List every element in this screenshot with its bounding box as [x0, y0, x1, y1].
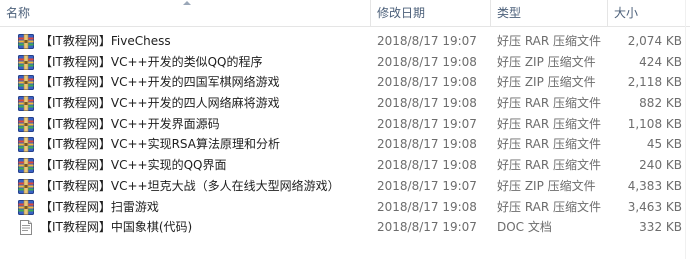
file-name-cell[interactable]: 【IT教程网】VC++坦克大战（多人在线大型网络游戏） — [18, 176, 368, 197]
file-size: 240 KB — [639, 158, 682, 173]
file-size: 2,118 KB — [627, 75, 682, 90]
archive-icon — [18, 75, 34, 91]
file-size: 2,074 KB — [627, 34, 682, 48]
file-name: 【IT教程网】FiveChess — [40, 34, 171, 48]
file-type: 好压 RAR 压缩文件 — [497, 199, 602, 214]
file-name: 【IT教程网】VC++实现的QQ界面 — [40, 158, 227, 173]
column-header-size-label: 大小 — [614, 6, 639, 20]
file-row[interactable]: 【IT教程网】扫雷游戏 2018/8/17 19:08 好压 RAR 压缩文件 3,4… — [0, 197, 690, 218]
archive-icon — [18, 34, 34, 49]
file-modified-date: 2018/8/17 19:08 — [377, 158, 477, 173]
column-header-type-label: 类型 — [497, 6, 522, 20]
file-name-cell[interactable]: 【IT教程网】FiveChess — [18, 31, 368, 52]
file-name: 【IT教程网】VC++开发的四国军棋网络游戏 — [40, 75, 280, 90]
file-row[interactable]: 【IT教程网】VC++实现的QQ界面 2018/8/17 19:08 好压 RAR … — [0, 155, 690, 176]
file-type: 好压 RAR 压缩文件 — [497, 158, 602, 173]
file-name: 【IT教程网】VC++实现RSA算法原理和分析 — [40, 137, 280, 152]
file-modified-date: 2018/8/17 19:08 — [377, 96, 477, 111]
file-row[interactable]: 【IT教程网】VC++坦克大战（多人在线大型网络游戏） 2018/8/17 19:… — [0, 176, 690, 197]
column-header-size[interactable]: 大小 — [608, 0, 686, 26]
file-size: 424 KB — [639, 54, 682, 69]
file-name-cell[interactable]: 【IT教程网】VC++开发的四人网络麻将游戏 — [18, 93, 368, 114]
file-name-cell[interactable]: 【IT教程网】VC++开发的类似QQ的程序 — [18, 52, 368, 73]
file-name-cell[interactable]: 【IT教程网】中国象棋(代码) — [18, 217, 368, 238]
file-name-cell[interactable]: 【IT教程网】VC++开发的四国军棋网络游戏 — [18, 72, 368, 93]
column-header-name-label: 名称 — [6, 6, 31, 20]
file-size: 882 KB — [639, 96, 682, 111]
document-icon — [18, 220, 34, 236]
file-name: 【IT教程网】VC++开发的类似QQ的程序 — [40, 54, 263, 69]
file-type: 好压 ZIP 压缩文件 — [497, 178, 596, 193]
file-size: 45 KB — [646, 137, 682, 152]
file-size: 4,383 KB — [627, 178, 682, 193]
archive-icon — [18, 96, 34, 112]
file-row[interactable]: 【IT教程网】VC++开发的四人网络麻将游戏 2018/8/17 19:08 好压 … — [0, 93, 690, 114]
column-header-date-label: 修改日期 — [377, 6, 426, 20]
file-modified-date: 2018/8/17 19:08 — [377, 199, 477, 214]
column-header-type[interactable]: 类型 — [491, 0, 607, 26]
file-name: 【IT教程网】扫雷游戏 — [40, 199, 159, 214]
file-size: 3,463 KB — [627, 199, 682, 214]
file-name: 【IT教程网】VC++开发界面源码 — [40, 116, 220, 131]
file-modified-date: 2018/8/17 19:07 — [377, 178, 477, 193]
file-name: 【IT教程网】中国象棋(代码) — [40, 220, 193, 235]
file-type: 好压 RAR 压缩文件 — [497, 116, 602, 131]
file-modified-date: 2018/8/17 19:08 — [377, 54, 477, 69]
file-row[interactable]: 【IT教程网】中国象棋(代码) 2018/8/17 19:07 DOC 文档 332 … — [0, 217, 690, 238]
archive-icon — [18, 54, 34, 70]
file-modified-date: 2018/8/17 19:07 — [377, 116, 477, 131]
archive-icon — [18, 199, 34, 215]
file-name-cell[interactable]: 【IT教程网】VC++实现的QQ界面 — [18, 155, 368, 176]
file-explorer-details-view: 名称 修改日期 类型 大小 【IT教程网】FiveChess 2018/8/17 … — [0, 0, 690, 259]
view-edge — [685, 0, 686, 259]
file-type: 好压 RAR 压缩文件 — [497, 137, 602, 152]
file-name-cell[interactable]: 【IT教程网】扫雷游戏 — [18, 197, 368, 218]
file-row[interactable]: 【IT教程网】VC++开发的四国军棋网络游戏 2018/8/17 19:08 好压 … — [0, 72, 690, 93]
file-row[interactable]: 【IT教程网】VC++开发界面源码 2018/8/17 19:07 好压 RAR 压… — [0, 114, 690, 135]
file-type: 好压 RAR 压缩文件 — [497, 96, 602, 111]
file-type: 好压 RAR 压缩文件 — [497, 34, 602, 48]
file-type: 好压 ZIP 压缩文件 — [497, 75, 596, 90]
file-name: 【IT教程网】VC++开发的四人网络麻将游戏 — [40, 96, 280, 111]
archive-icon — [18, 178, 34, 194]
archive-icon — [18, 137, 34, 153]
file-name-cell[interactable]: 【IT教程网】VC++实现RSA算法原理和分析 — [18, 134, 368, 155]
file-type: DOC 文档 — [497, 220, 552, 235]
file-size: 332 KB — [639, 220, 682, 235]
file-modified-date: 2018/8/17 19:08 — [377, 75, 477, 90]
file-modified-date: 2018/8/17 19:07 — [377, 34, 477, 48]
file-modified-date: 2018/8/17 19:08 — [377, 137, 477, 152]
file-type: 好压 ZIP 压缩文件 — [497, 54, 596, 69]
file-list: 【IT教程网】FiveChess 2018/8/17 19:07 好压 RAR 压缩… — [0, 31, 690, 238]
file-size: 1,108 KB — [627, 116, 682, 131]
file-row[interactable]: 【IT教程网】VC++开发的类似QQ的程序 2018/8/17 19:08 好压 Z… — [0, 52, 690, 73]
column-header-date[interactable]: 修改日期 — [371, 0, 490, 26]
column-header-bar: 名称 修改日期 类型 大小 — [0, 0, 690, 27]
file-name-cell[interactable]: 【IT教程网】VC++开发界面源码 — [18, 114, 368, 135]
archive-icon — [18, 158, 34, 174]
archive-icon — [18, 116, 34, 132]
file-modified-date: 2018/8/17 19:07 — [377, 220, 477, 235]
file-row[interactable]: 【IT教程网】FiveChess 2018/8/17 19:07 好压 RAR 压缩… — [0, 31, 690, 52]
file-name: 【IT教程网】VC++坦克大战（多人在线大型网络游戏） — [40, 178, 340, 193]
file-row[interactable]: 【IT教程网】VC++实现RSA算法原理和分析 2018/8/17 19:08 好压… — [0, 134, 690, 155]
sort-ascending-icon — [183, 1, 191, 5]
